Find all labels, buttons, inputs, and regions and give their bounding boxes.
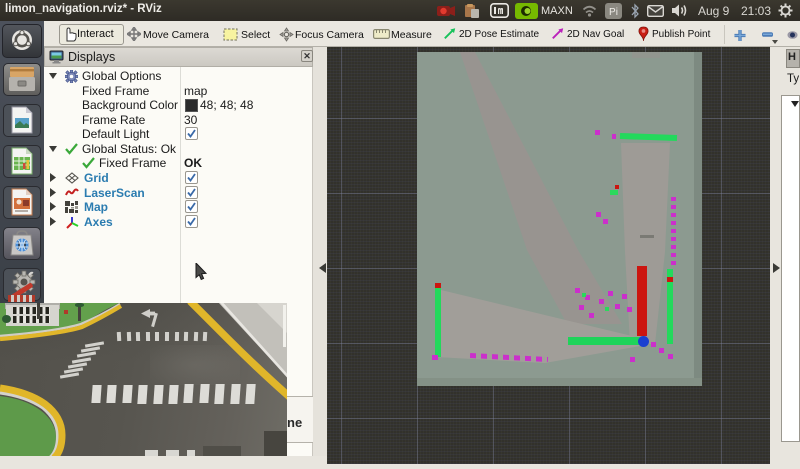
svg-text:Pi: Pi (609, 7, 618, 18)
